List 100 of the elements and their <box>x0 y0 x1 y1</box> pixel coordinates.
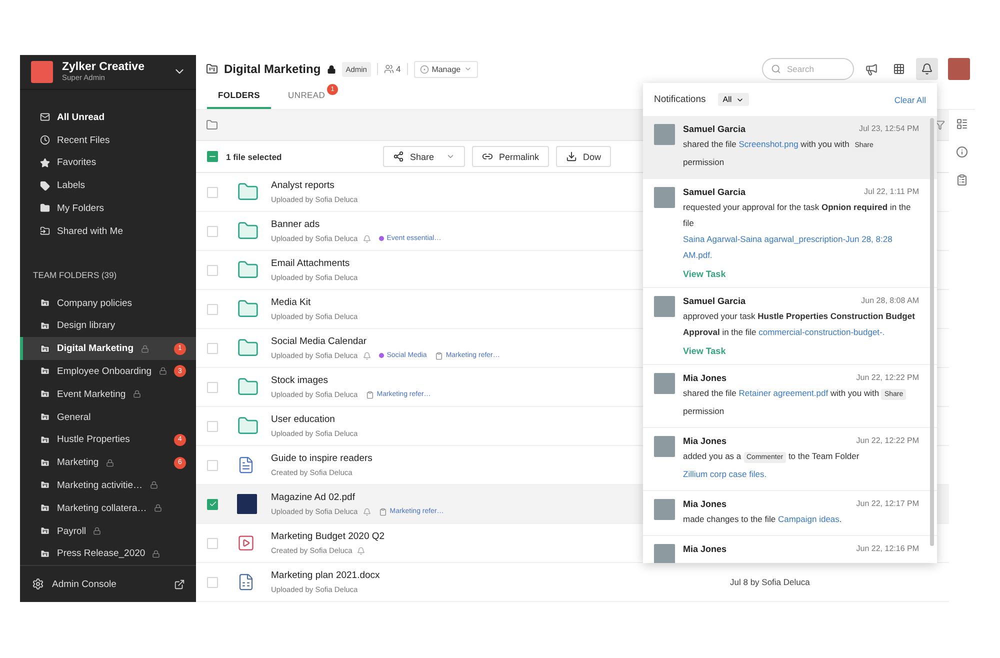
search-input[interactable]: Search <box>785 63 845 75</box>
row-checkbox[interactable] <box>207 538 218 548</box>
bell-icon[interactable] <box>916 58 938 80</box>
sidebar-item[interactable]: Shared with Me <box>20 220 196 243</box>
notification-item[interactable]: Mia Jones Jun 22, 12:16 PM <box>643 536 937 563</box>
check-icon <box>208 500 216 508</box>
clipboard-icon[interactable] <box>956 174 968 186</box>
folder-icon <box>237 415 259 437</box>
row-checkbox[interactable] <box>207 576 218 588</box>
sender-name: Samuel Garcia <box>683 124 746 134</box>
file-link[interactable]: Screenshot.png <box>738 136 798 152</box>
shared-folder-icon <box>40 226 50 236</box>
team-folder-icon <box>40 526 50 536</box>
action-button[interactable]: Share <box>383 146 466 167</box>
clipboard-icon <box>434 352 443 360</box>
notification-item[interactable]: Mia Jones Jun 22, 12:17 PM made changes to the file Campaign ideas. <box>643 491 937 536</box>
team-folder-item[interactable]: Event Marketing <box>20 382 196 406</box>
admin-console-link[interactable]: Admin Console <box>52 578 166 590</box>
unread-icon <box>40 112 50 122</box>
workspace-name: Zylker Creative <box>62 61 146 74</box>
team-folder-item[interactable]: Design library <box>20 314 196 338</box>
file-link[interactable]: Retainer agreement.pdf <box>738 385 828 401</box>
team-folder-icon <box>40 389 50 400</box>
team-folder-icon <box>40 320 50 331</box>
download-icon <box>566 151 578 162</box>
sender-name: Samuel Garcia <box>683 296 746 306</box>
team-folder-item[interactable]: Press Release_2020 <box>20 542 196 566</box>
team-folder-icon <box>40 298 50 308</box>
tag-icon <box>40 180 50 191</box>
video-icon <box>237 534 255 552</box>
file-name[interactable]: Magazine Ad 02.pdf <box>271 492 355 503</box>
sidebar-item[interactable]: Recent Files <box>20 128 196 152</box>
document-icon <box>237 456 255 474</box>
sender-name: Mia Jones <box>683 436 727 446</box>
file-name[interactable]: Media Kit <box>271 297 311 308</box>
filter-dropdown[interactable]: All <box>718 93 749 106</box>
row-checkbox[interactable] <box>207 264 218 276</box>
notification-item[interactable]: Samuel Garcia Jul 22, 1:11 PM requested your approval for the task Opnion required in the file Saina Agarwal-Saina agarwal_prescription-Jun 28, 8:28 AM.pdf. View Task <box>643 179 937 288</box>
sidebar-item[interactable]: All Unread <box>20 106 196 129</box>
avatar-placeholder <box>654 373 675 394</box>
action-button[interactable]: Permalink <box>472 146 550 167</box>
file-name[interactable]: Social Media Calendar <box>271 336 367 347</box>
avatar-placeholder <box>654 124 675 145</box>
filter-icon[interactable] <box>935 120 945 130</box>
notification-time: Jul 23, 12:54 PM <box>858 124 919 134</box>
list-view-icon[interactable] <box>956 118 968 130</box>
team-folder-item[interactable]: Company policies <box>20 292 196 314</box>
file-link[interactable]: Campaign ideas <box>778 511 840 527</box>
avatar-placeholder <box>654 296 675 317</box>
notification-time: Jun 22, 12:17 PM <box>856 499 919 509</box>
sender-name: Mia Jones <box>683 544 727 554</box>
modified-text: Jul 8 by Sofia Deluca <box>730 577 811 587</box>
file-name[interactable]: User education <box>271 414 335 425</box>
row-checkbox[interactable] <box>207 342 218 354</box>
link-icon <box>482 151 494 162</box>
folder-title: Digital Marketing <box>224 62 321 76</box>
file-name[interactable]: Analyst reports <box>271 180 334 191</box>
team-folder-item[interactable]: General <box>20 406 196 428</box>
row-checkbox[interactable] <box>207 304 218 314</box>
row-checkbox[interactable] <box>207 420 218 432</box>
team-folder-icon <box>206 63 218 75</box>
circle-icon <box>420 64 429 74</box>
team-folder-icon <box>40 458 50 468</box>
sender-name: Mia Jones <box>683 499 727 509</box>
file-link[interactable]: Zillium corp case files. <box>683 466 767 482</box>
info-icon[interactable] <box>956 146 968 158</box>
action-button[interactable]: Dow <box>556 146 612 167</box>
row-checkbox[interactable] <box>207 186 218 198</box>
external-link-icon[interactable] <box>174 578 185 590</box>
file-name[interactable]: Guide to inspire readers <box>271 453 372 464</box>
team-folder-item[interactable]: Payroll <box>20 520 196 542</box>
team-folder-item[interactable]: Marketing collatera… <box>20 496 196 520</box>
file-name[interactable]: Stock images <box>271 375 328 386</box>
row-checkbox[interactable] <box>207 226 218 236</box>
member-count[interactable]: 4 <box>384 64 401 74</box>
clear-all-link[interactable]: Clear All <box>894 94 926 104</box>
file-name[interactable]: Marketing plan 2021.docx <box>271 570 380 581</box>
row-checkbox[interactable] <box>207 460 218 470</box>
folder-icon <box>237 337 259 359</box>
manage-button[interactable]: Manage <box>414 60 478 78</box>
sidebar-item[interactable]: Favorites <box>20 151 196 174</box>
clipboard-icon <box>366 390 374 398</box>
sidebar-item[interactable]: Labels <box>20 174 196 198</box>
folder-icon <box>237 259 259 281</box>
file-name[interactable]: Email Attachments <box>271 258 350 269</box>
notification-item[interactable]: Samuel Garcia Jun 28, 8:08 AM approved your task Hustle Properties Construction Budget Approval in the file commercial-construction-budget-. View Task <box>643 288 937 365</box>
file-name[interactable]: Marketing Budget 2020 Q2 <box>271 531 385 542</box>
team-folder-icon <box>40 434 50 445</box>
select-all-checkbox[interactable] <box>207 151 218 162</box>
team-folder-item[interactable]: Marketing activitie… <box>20 474 196 497</box>
row-checkbox[interactable] <box>207 498 218 510</box>
search-field[interactable]: Search <box>762 58 854 80</box>
sidebar-item[interactable]: My Folders <box>20 197 196 220</box>
folder-icon <box>237 181 259 203</box>
team-folder-icon <box>40 503 50 514</box>
row-checkbox[interactable] <box>207 382 218 392</box>
scrollbar[interactable] <box>930 118 934 546</box>
avatar-placeholder <box>654 499 675 520</box>
file-name[interactable]: Banner ads <box>271 219 320 230</box>
folder-icon[interactable] <box>206 119 218 131</box>
